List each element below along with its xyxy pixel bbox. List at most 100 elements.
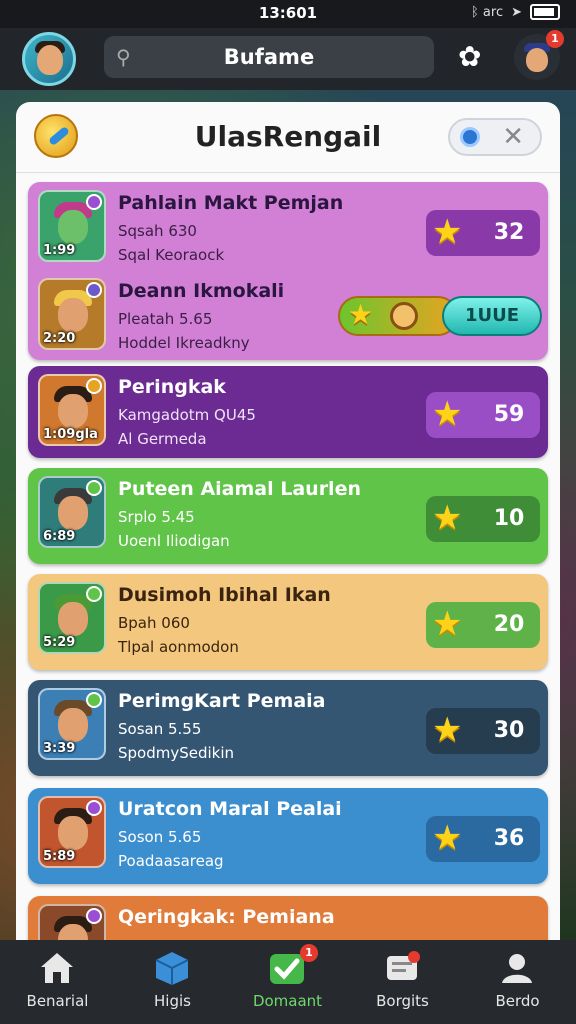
player-avatar: 2:20 <box>38 278 106 350</box>
rank-badge-icon <box>86 800 102 816</box>
tab-check[interactable]: 1 Domaant <box>230 940 345 1024</box>
rank-badge-icon <box>86 282 102 298</box>
points-value: 59 <box>493 402 525 427</box>
player-detail: Uoenl Iliodigan <box>118 532 230 550</box>
player-name: Dusimoh Ibihal Ikan <box>118 584 331 606</box>
reward-ring-icon <box>390 302 418 330</box>
tab-chat[interactable]: Borgits <box>345 940 460 1024</box>
leaderboard-card[interactable]: 5:29 Dusimoh Ibihal Ikan Bpah 060 Tlpal … <box>28 574 548 670</box>
location-icon: ➤ <box>511 4 522 20</box>
points-pill: ★ 10 <box>426 496 540 542</box>
player-name: Uratcon Maral Pealai <box>118 798 342 820</box>
star-icon: ★ <box>432 212 463 252</box>
leaderboard-row[interactable]: 5:29 Dusimoh Ibihal Ikan Bpah 060 Tlpal … <box>28 574 548 662</box>
friend-avatar[interactable]: 1 <box>514 30 564 80</box>
player-detail: Al Germeda <box>118 430 207 448</box>
view-toggle[interactable]: ✕ <box>448 118 542 156</box>
search-text: Bufame <box>223 45 315 69</box>
leaderboard-row[interactable]: 6:89 Puteen Aiamal Laurlen Srplo 5.45 Uo… <box>28 468 548 556</box>
player-stat: Sqsah 630 <box>118 222 197 240</box>
player-detail: Sqal Keoraock <box>118 246 225 264</box>
reward-track: ★ <box>338 296 458 336</box>
player-detail: SpodmySedikin <box>118 744 235 762</box>
player-name: Qeringkak: Pemiana <box>118 906 335 928</box>
tab-label: Domaant <box>252 992 323 1010</box>
avatar-score: 6:89 <box>43 529 76 544</box>
player-stat: Srplo 5.45 <box>118 508 195 526</box>
leaderboard-row[interactable]: 5:89 Uratcon Maral Pealai Soson 5.65 Poa… <box>28 788 548 876</box>
avatar-face <box>37 45 63 75</box>
leaderboard-row[interactable]: 1:09gla Peringkak Kamgadotm QU45 Al Germ… <box>28 366 548 454</box>
player-name: Deann Ikmokali <box>118 280 285 302</box>
rank-badge-icon <box>86 908 102 924</box>
close-icon[interactable]: ✕ <box>502 122 524 152</box>
rank-badge-icon <box>86 586 102 602</box>
star-icon: ★ <box>432 604 463 644</box>
player-name: PerimgKart Pemaia <box>118 690 326 712</box>
avatar-face <box>58 298 88 332</box>
avatar-face <box>58 708 88 742</box>
player-name: Puteen Aiamal Laurlen <box>118 478 361 500</box>
leaderboard-card[interactable]: 6:89 Puteen Aiamal Laurlen Srplo 5.45 Uo… <box>28 468 548 564</box>
top-bar: ⚲ Bufame ✿ 1 <box>0 28 576 90</box>
status-icons-text: ᛒ arc <box>470 4 504 20</box>
star-icon: ★ <box>432 710 463 750</box>
status-icons: ᛒ arc ➤ <box>471 4 560 20</box>
avatar-face <box>58 210 88 244</box>
avatar-score: 1:99 <box>43 243 76 258</box>
points-pill: ★ 30 <box>426 708 540 754</box>
avatar-face <box>526 48 548 72</box>
leaderboard-row[interactable]: 1:99 Pahlain Makt Pemjan Sqsah 630 Sqal … <box>28 182 548 270</box>
leaderboard-panel: UlasRengail ✕ 1:99 Pahlain Makt Pemjan S… <box>16 102 560 962</box>
star-icon: ★ <box>432 498 463 538</box>
tab-home[interactable]: Benarial <box>0 940 115 1024</box>
toggle-dot-icon <box>460 127 480 147</box>
notification-badge: 1 <box>546 30 564 48</box>
leaderboard-card[interactable]: 3:39 PerimgKart Pemaia Sosan 5.55 Spodmy… <box>28 680 548 776</box>
avatar-score: 2:20 <box>43 331 76 346</box>
search-bar[interactable]: ⚲ Bufame <box>104 36 434 78</box>
tab-label: Benarial <box>26 992 89 1010</box>
tab-label: Borgits <box>376 992 429 1010</box>
player-avatar: 5:29 <box>38 582 106 654</box>
leaderboard-card[interactable]: 5:89 Uratcon Maral Pealai Soson 5.65 Poa… <box>28 788 548 884</box>
player-avatar: 5:89 <box>38 796 106 868</box>
player-avatar: 3:39 <box>38 688 106 760</box>
tab-label: Higis <box>154 992 191 1010</box>
player-stat: Kamgadotm QU45 <box>118 406 256 424</box>
player-avatar[interactable] <box>22 32 76 86</box>
reward-widget: ★ 1UUE <box>338 296 542 338</box>
avatar-face <box>58 816 88 850</box>
points-value: 30 <box>493 718 525 743</box>
points-pill: ★ 32 <box>426 210 540 256</box>
star-icon: ★ <box>432 818 463 858</box>
tab-profile[interactable]: Berdo <box>460 940 575 1024</box>
player-avatar: 1:99 <box>38 190 106 262</box>
home-icon <box>41 953 73 983</box>
avatar-face <box>58 602 88 636</box>
profile-icon <box>502 954 532 983</box>
leaderboard-row[interactable]: 3:39 PerimgKart Pemaia Sosan 5.55 Spodmy… <box>28 680 548 768</box>
settings-gear-icon[interactable]: ✿ <box>458 40 481 73</box>
battery-icon <box>530 4 560 20</box>
player-name: Pahlain Makt Pemjan <box>118 192 344 214</box>
rank-badge-icon <box>86 378 102 394</box>
avatar-score: 1:09gla <box>43 427 98 442</box>
player-avatar: 6:89 <box>38 476 106 548</box>
leaderboard-card[interactable]: 1:99 Pahlain Makt Pemjan Sqsah 630 Sqal … <box>28 182 548 360</box>
tab-box[interactable]: Higis <box>115 940 230 1024</box>
player-stat: Pleatah 5.65 <box>118 310 213 328</box>
leaderboard-card[interactable]: 1:09gla Peringkak Kamgadotm QU45 Al Germ… <box>28 366 548 458</box>
player-detail: Poadaasareag <box>118 852 224 870</box>
chat-icon <box>387 951 420 980</box>
player-stat: Soson 5.65 <box>118 828 202 846</box>
leaderboard-row[interactable]: 2:20 Deann Ikmokali Pleatah 5.65 Hoddel … <box>28 270 548 358</box>
avatar-score: 5:89 <box>43 849 76 864</box>
points-pill: ★ 20 <box>426 602 540 648</box>
rank-badge-icon <box>86 692 102 708</box>
star-icon: ★ <box>432 394 463 434</box>
box-icon <box>155 952 189 985</box>
player-detail: Hoddel Ikreadkny <box>118 334 250 352</box>
claim-button[interactable]: 1UUE <box>442 296 542 336</box>
avatar-face <box>58 394 88 428</box>
